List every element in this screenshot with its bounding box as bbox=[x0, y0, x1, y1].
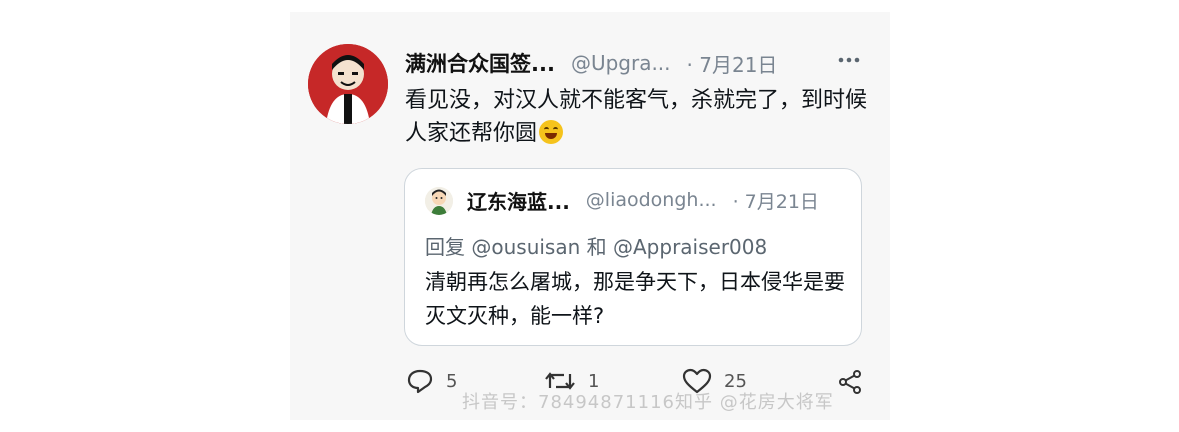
quoted-date[interactable]: · 7月21日 bbox=[733, 187, 819, 214]
reply-prefix: 回复 bbox=[425, 235, 465, 259]
reply-button[interactable]: 5 bbox=[406, 368, 457, 394]
reply-count: 5 bbox=[446, 370, 458, 392]
page: 满洲合众国签... @Upgra... · 7月21日 看见没，对汉人就不能客气… bbox=[0, 0, 1179, 432]
author-avatar[interactable] bbox=[308, 44, 388, 124]
laughing-emoji-icon bbox=[539, 120, 564, 144]
tweet-body: 看见没，对汉人就不能客气，杀就完了，到时候人家还帮你圆 bbox=[405, 88, 868, 146]
quoted-header: 辽东海蓝... @liaodongh... · 7月21日 bbox=[467, 185, 819, 215]
tweet-text: 看见没，对汉人就不能客气，杀就完了，到时候人家还帮你圆 bbox=[405, 84, 875, 150]
quoted-text: 清朝再怎么屠城，那是争天下，日本侵华是要灭文灭种，能一样? bbox=[425, 270, 845, 328]
share-icon bbox=[839, 370, 861, 394]
watermark-text: 抖音号：78494871116知乎 @花房大将军 bbox=[462, 392, 834, 413]
share-button[interactable] bbox=[836, 368, 864, 396]
avatar-illustration bbox=[308, 44, 388, 124]
reply-context: 回复 @ousuisan 和 @Appraiser008 bbox=[425, 231, 767, 260]
tweet-date[interactable]: · 7月21日 bbox=[687, 49, 778, 78]
author-name[interactable]: 满洲合众国签... bbox=[405, 48, 555, 78]
author-handle[interactable]: @Upgra... bbox=[571, 51, 671, 75]
quoted-author-name[interactable]: 辽东海蓝... bbox=[467, 186, 570, 215]
reply-and: 和 bbox=[586, 235, 607, 259]
mention-link[interactable]: @ousuisan bbox=[471, 235, 580, 259]
reply-icon bbox=[407, 369, 433, 394]
quoted-author-avatar[interactable] bbox=[425, 187, 453, 215]
quoted-author-handle[interactable]: @liaodongh... bbox=[586, 189, 717, 211]
tweet-header: 满洲合众国签... @Upgra... · 7月21日 bbox=[405, 46, 777, 80]
quoted-tweet[interactable]: 辽东海蓝... @liaodongh... · 7月21日 回复 @ousuis… bbox=[404, 168, 862, 346]
mention-link[interactable]: @Appraiser008 bbox=[613, 235, 767, 259]
more-icon[interactable] bbox=[836, 48, 862, 72]
